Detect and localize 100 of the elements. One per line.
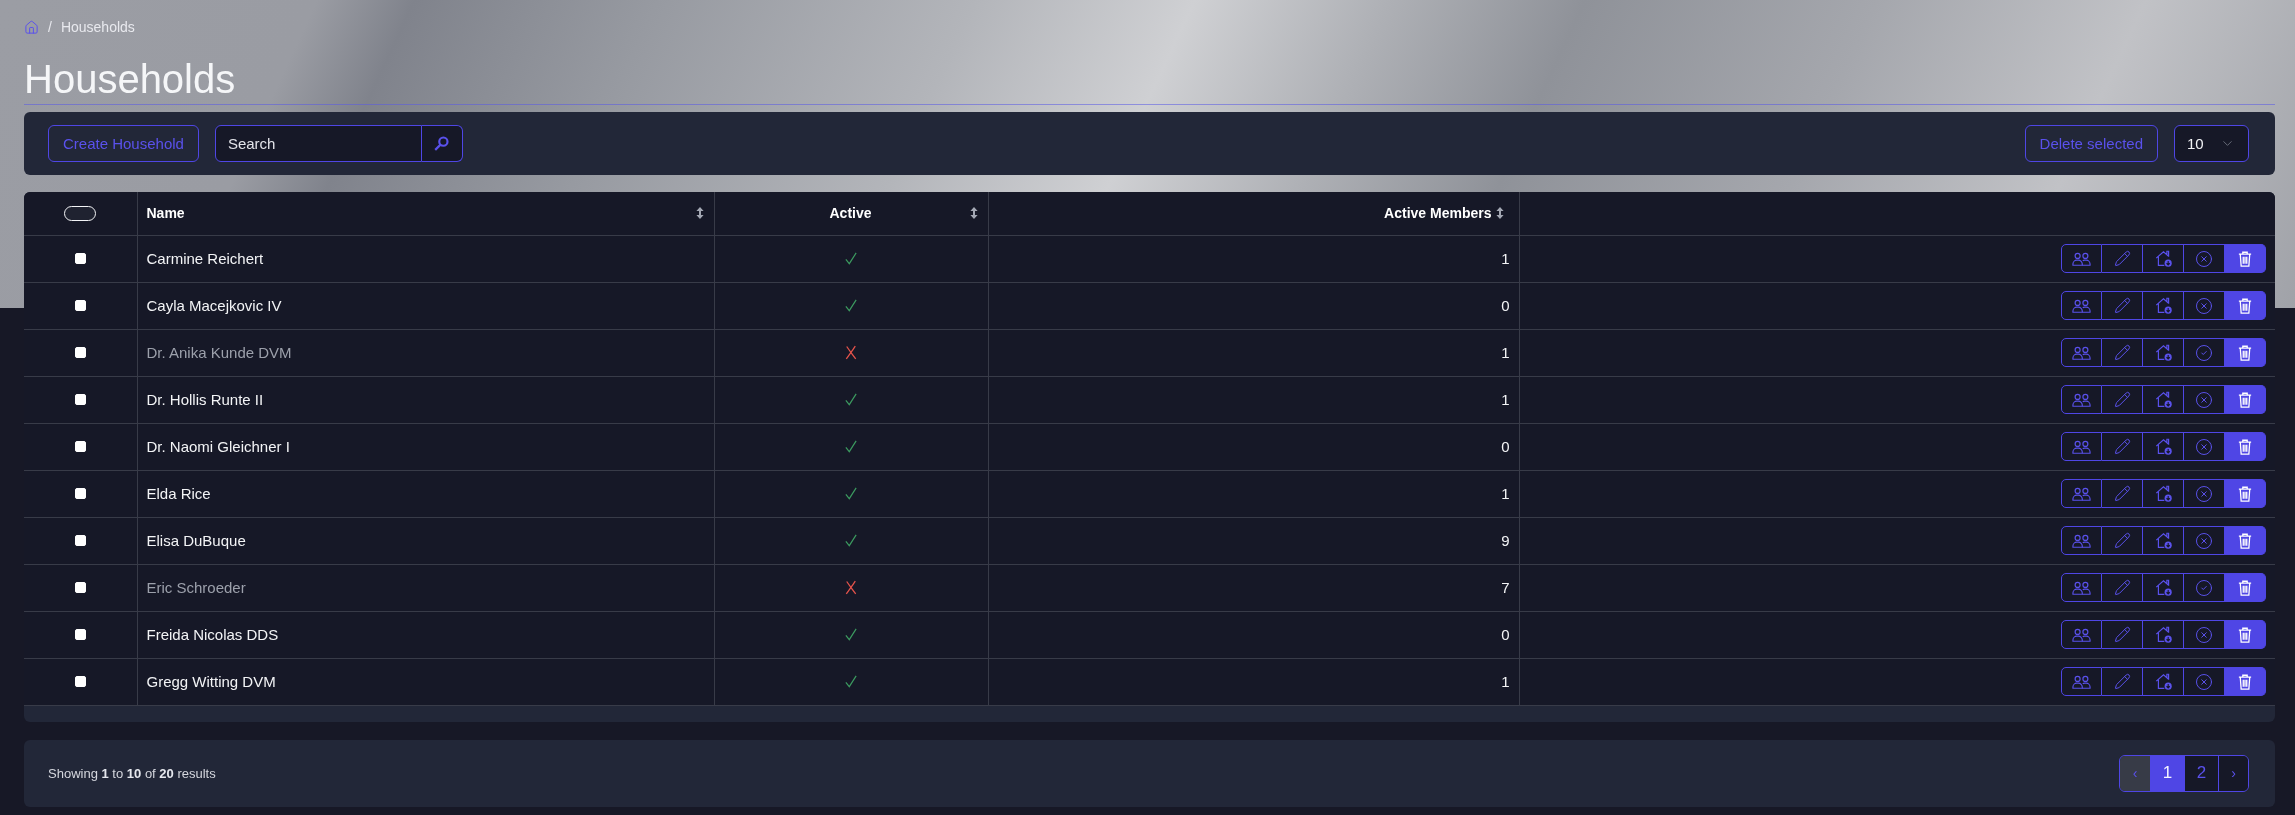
delete-button[interactable] <box>2225 526 2266 555</box>
edit-button[interactable] <box>2102 573 2143 602</box>
delete-button[interactable] <box>2225 338 2266 367</box>
deactivate-button[interactable] <box>2184 667 2225 696</box>
row-checkbox[interactable] <box>74 347 86 358</box>
column-header[interactable]: Name <box>146 204 185 223</box>
members-button[interactable] <box>2061 667 2102 696</box>
deactivate-button[interactable] <box>2184 432 2225 461</box>
house-button[interactable] <box>2143 526 2184 555</box>
column-header[interactable]: Active Members <box>1384 204 1492 223</box>
deactivate-button[interactable] <box>2184 385 2225 414</box>
edit-button[interactable] <box>2102 432 2143 461</box>
pencil-icon <box>2113 344 2131 361</box>
edit-button[interactable] <box>2102 244 2143 273</box>
name-cell: Eric Schroeder <box>137 564 714 611</box>
users-icon <box>2072 345 2091 360</box>
members-button[interactable] <box>2061 338 2102 367</box>
breadcrumb-current: Households <box>60 18 135 36</box>
row-checkbox[interactable] <box>74 582 86 593</box>
house-icon <box>2154 485 2172 502</box>
members-button[interactable] <box>2061 291 2102 320</box>
search-button[interactable] <box>421 125 463 162</box>
edit-button[interactable] <box>2102 526 2143 555</box>
results-summary: Showing 1 to 10 of 20 results <box>48 765 216 781</box>
house-button[interactable] <box>2143 573 2184 602</box>
deactivate-button[interactable] <box>2184 244 2225 273</box>
house-button[interactable] <box>2143 385 2184 414</box>
row-checkbox[interactable] <box>74 535 86 546</box>
house-icon <box>2154 673 2172 690</box>
members-cell: 1 <box>988 235 1519 282</box>
trash-icon <box>2238 626 2252 643</box>
trash-icon <box>2238 673 2252 690</box>
house-icon <box>2154 250 2172 267</box>
deactivate-button[interactable] <box>2184 479 2225 508</box>
page-size-select[interactable]: 10 <box>2174 125 2249 162</box>
edit-button[interactable] <box>2102 291 2143 320</box>
pencil-icon <box>2113 485 2131 502</box>
row-checkbox[interactable] <box>74 629 86 640</box>
home-icon[interactable] <box>24 19 39 35</box>
users-icon <box>2072 580 2091 595</box>
row-checkbox[interactable] <box>74 676 86 687</box>
row-checkbox[interactable] <box>74 394 86 405</box>
members-button[interactable] <box>2061 479 2102 508</box>
house-button[interactable] <box>2143 667 2184 696</box>
house-button[interactable] <box>2143 432 2184 461</box>
select-all-checkbox[interactable] <box>63 205 96 221</box>
delete-button[interactable] <box>2225 620 2266 649</box>
edit-button[interactable] <box>2102 667 2143 696</box>
members-button[interactable] <box>2061 620 2102 649</box>
users-icon <box>2072 439 2091 454</box>
deactivate-button[interactable] <box>2184 526 2225 555</box>
pencil-icon <box>2113 250 2131 267</box>
name-cell: Cayla Macejkovic IV <box>137 282 714 329</box>
search-field[interactable]: Search <box>214 125 422 162</box>
users-icon <box>2072 627 2091 642</box>
members-cell: 0 <box>988 423 1519 470</box>
members-button[interactable] <box>2061 385 2102 414</box>
breadcrumb-separator: / <box>48 18 52 36</box>
delete-button[interactable] <box>2225 573 2266 602</box>
row-checkbox[interactable] <box>74 300 86 311</box>
members-cell: 1 <box>988 470 1519 517</box>
activate-button[interactable] <box>2184 338 2225 367</box>
house-button[interactable] <box>2143 620 2184 649</box>
edit-button[interactable] <box>2102 479 2143 508</box>
page-button[interactable]: 1 <box>2150 755 2184 791</box>
house-icon <box>2154 532 2172 549</box>
house-button[interactable] <box>2143 244 2184 273</box>
members-cell: 1 <box>988 658 1519 705</box>
next-page-button[interactable]: › <box>2218 755 2248 791</box>
delete-button[interactable] <box>2225 244 2266 273</box>
deactivate-button[interactable] <box>2184 291 2225 320</box>
delete-button[interactable] <box>2225 385 2266 414</box>
delete-button[interactable] <box>2225 479 2266 508</box>
row-checkbox[interactable] <box>74 253 86 264</box>
users-icon <box>2072 674 2091 689</box>
house-button[interactable] <box>2143 338 2184 367</box>
members-button[interactable] <box>2061 244 2102 273</box>
pencil-icon <box>2113 297 2131 314</box>
edit-button[interactable] <box>2102 620 2143 649</box>
column-header[interactable]: Active <box>829 204 872 223</box>
house-button[interactable] <box>2143 291 2184 320</box>
members-cell: 9 <box>988 517 1519 564</box>
row-checkbox[interactable] <box>74 441 86 452</box>
members-button[interactable] <box>2061 526 2102 555</box>
delete-button[interactable] <box>2225 667 2266 696</box>
members-button[interactable] <box>2061 432 2102 461</box>
house-button[interactable] <box>2143 479 2184 508</box>
page-button[interactable]: 2 <box>2184 755 2218 791</box>
edit-button[interactable] <box>2102 385 2143 414</box>
deactivate-button[interactable] <box>2184 620 2225 649</box>
delete-button[interactable] <box>2225 432 2266 461</box>
users-icon <box>2072 533 2091 548</box>
members-button[interactable] <box>2061 573 2102 602</box>
delete-button[interactable] <box>2225 291 2266 320</box>
edit-button[interactable] <box>2102 338 2143 367</box>
pencil-icon <box>2113 626 2131 643</box>
users-icon <box>2072 251 2091 266</box>
row-checkbox[interactable] <box>74 488 86 499</box>
activate-button[interactable] <box>2184 573 2225 602</box>
page-title: Households <box>24 56 236 102</box>
